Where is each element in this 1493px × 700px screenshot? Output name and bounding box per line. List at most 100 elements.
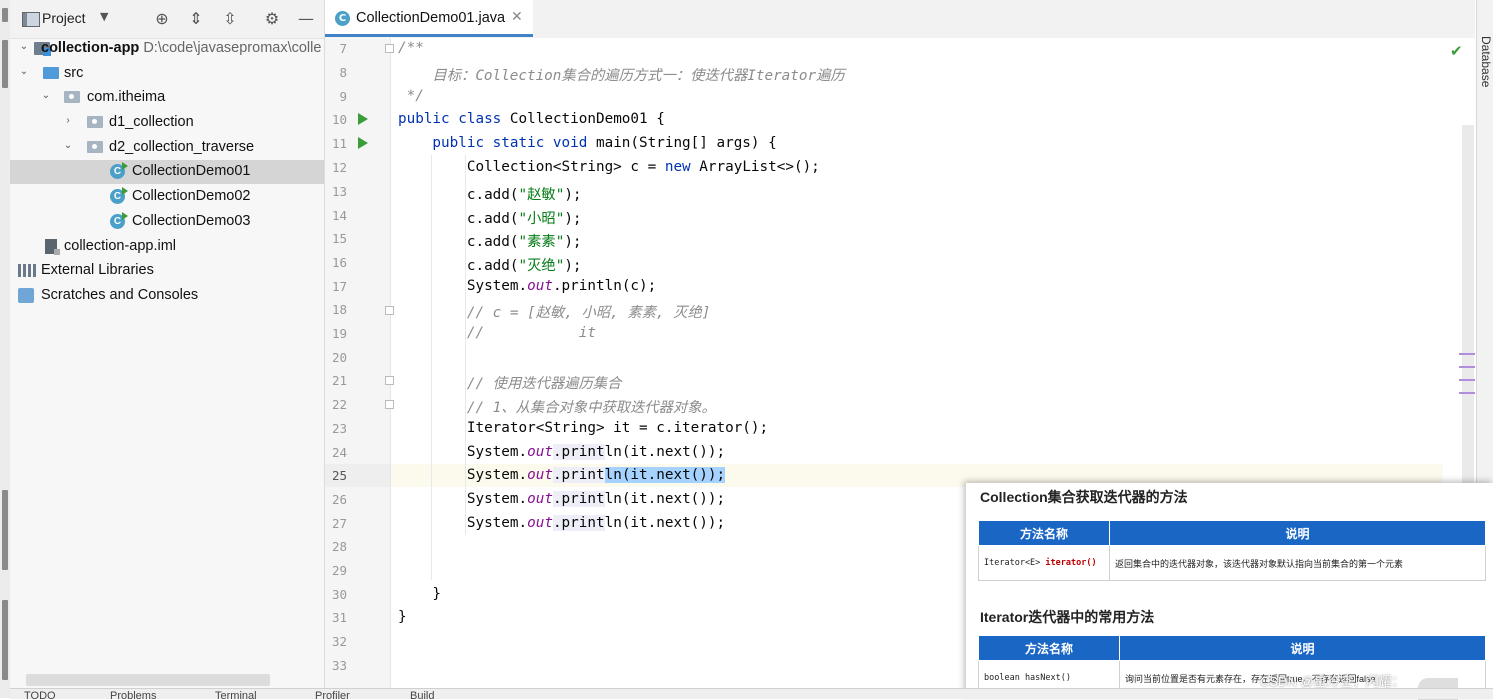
java-class-icon: C: [110, 187, 128, 204]
line-number: 30: [331, 587, 347, 602]
tree-item-d1-collection[interactable]: › d1_collection: [10, 111, 324, 135]
tree-item-iml-file[interactable]: collection-app.iml: [10, 235, 324, 259]
code-text: .print: [552, 444, 605, 460]
line-number: 13: [331, 184, 347, 199]
code-line: c.add("小昭");: [398, 207, 582, 228]
line-number: 10: [331, 112, 347, 127]
tree-item-collectiondemo02[interactable]: C CollectionDemo02: [10, 185, 324, 209]
chevron-down-icon[interactable]: ⌄: [18, 41, 30, 52]
check-icon[interactable]: ✔: [1450, 42, 1463, 60]
project-panel: Project ▼ ⊕ ⇕ ⇳ ⚙ — ⌄ collection-app D:\…: [10, 0, 325, 698]
error-stripe-marker[interactable]: [1459, 392, 1475, 394]
database-tool-tab[interactable]: Database: [1479, 36, 1493, 87]
tool-window-tab[interactable]: [2, 600, 8, 680]
code-line: public static void main(String[] args) {: [398, 135, 776, 151]
code-keyword: new: [664, 159, 691, 175]
fold-marker-icon[interactable]: [385, 306, 394, 315]
line-number: 31: [331, 610, 347, 625]
close-icon[interactable]: ✕: [511, 9, 523, 25]
line-number: 19: [331, 326, 347, 341]
error-stripe-marker[interactable]: [1459, 379, 1475, 381]
locate-icon[interactable]: ⊕: [152, 9, 172, 29]
tree-item-collectiondemo01[interactable]: C CollectionDemo01: [10, 160, 324, 184]
code-line: }: [398, 586, 442, 602]
tool-window-tab[interactable]: [2, 40, 8, 88]
tree-item-label: Scratches and Consoles: [41, 287, 199, 303]
code-line: public class CollectionDemo01 {: [398, 111, 665, 127]
code-text: System.: [398, 515, 528, 531]
code-text: CollectionDemo01 {: [501, 111, 665, 127]
run-class-icon[interactable]: [358, 113, 368, 125]
fold-marker-icon[interactable]: [385, 400, 394, 409]
slide-overlay: Collection集合获取迭代器的方法 方法名称 说明 Iterator<E>…: [966, 483, 1493, 700]
code-line: /**: [398, 40, 424, 56]
line-number: 7: [339, 41, 347, 56]
run-main-icon[interactable]: [358, 137, 368, 149]
iterator-method-table: 方法名称 说明 Iterator<E> iterator() 返回集合中的迭代器…: [978, 520, 1486, 581]
tree-item-label: d1_collection: [109, 114, 194, 130]
line-number-current: 25: [331, 468, 347, 483]
line-number: 22: [331, 397, 347, 412]
line-number: 8: [339, 65, 347, 80]
code-line: 目标：Collection集合的遍历方式一：使迭代器Iterator遍历: [398, 68, 845, 84]
code-line: // c = [赵敏, 小昭, 素素, 灭绝]: [398, 305, 711, 321]
error-stripe-marker[interactable]: [1459, 353, 1475, 355]
package-icon: [64, 91, 80, 103]
code-line: */: [398, 88, 424, 104]
code-text: ln(it.next());: [604, 491, 726, 507]
chevron-down-icon[interactable]: ⌄: [62, 140, 74, 151]
table-header: 说明: [1109, 520, 1486, 546]
line-number: 33: [331, 658, 347, 673]
expand-all-icon[interactable]: ⇕: [186, 9, 206, 29]
code-field: out: [527, 444, 553, 460]
vertical-scrollbar[interactable]: [1462, 125, 1474, 485]
project-view-icon: [22, 12, 40, 27]
java-class-icon: C: [335, 11, 350, 26]
tree-item-src[interactable]: ⌄ src: [10, 62, 324, 86]
tool-window-tab[interactable]: [2, 8, 8, 22]
module-path: D:\code\javasepromax\colle: [143, 40, 322, 56]
code-line: Iterator<String> it = c.iterator();: [398, 420, 769, 436]
code-line: System.out.println(it.next());: [398, 444, 725, 460]
code-text: );: [564, 211, 582, 227]
tree-item-label: src: [64, 65, 84, 81]
gear-icon[interactable]: ⚙: [262, 9, 282, 29]
table-row: Iterator<E> iterator() 返回集合中的迭代器对象，该迭代器对…: [978, 545, 1486, 581]
code-field: out: [527, 467, 553, 483]
selected-text[interactable]: ln(it.next());: [604, 467, 726, 483]
chevron-right-icon[interactable]: ›: [62, 115, 74, 126]
code-text: ln(it.next());: [604, 515, 726, 531]
code-text: .print: [552, 467, 605, 483]
error-stripe-marker[interactable]: [1459, 366, 1475, 368]
tab-collectiondemo01[interactable]: C CollectionDemo01.java ✕: [325, 0, 533, 37]
code-line: System.out.println(c);: [398, 278, 656, 294]
line-number: 24: [331, 445, 347, 460]
code-text: );: [564, 234, 582, 250]
chevron-down-icon[interactable]: ⌄: [18, 66, 30, 77]
tree-item-external-libraries[interactable]: External Libraries: [10, 259, 324, 283]
tree-item-collectiondemo03[interactable]: C CollectionDemo03: [10, 210, 324, 234]
fold-marker-icon[interactable]: [385, 376, 394, 385]
table-header: 方法名称: [978, 635, 1120, 661]
code-text: System.: [398, 467, 528, 483]
overlay-heading: Collection集合获取迭代器的方法: [980, 489, 1188, 505]
minimize-icon[interactable]: —: [296, 9, 316, 29]
tree-item-com-itheima[interactable]: ⌄ com.itheima: [10, 86, 324, 110]
code-text: System.: [398, 444, 528, 460]
overlay-heading: Iterator迭代器中的常用方法: [980, 609, 1155, 625]
horizontal-scrollbar[interactable]: [26, 674, 270, 686]
chevron-down-icon[interactable]: ⌄: [40, 90, 52, 101]
tree-item-d2-collection-traverse[interactable]: ⌄ d2_collection_traverse: [10, 136, 324, 160]
collapse-all-icon[interactable]: ⇳: [220, 9, 240, 29]
chevron-down-icon[interactable]: ▼: [100, 10, 108, 23]
tool-window-tab[interactable]: [2, 490, 8, 570]
line-number: 11: [331, 136, 347, 151]
tree-item-scratches[interactable]: Scratches and Consoles: [10, 284, 324, 308]
code-line: c.add("灭绝");: [398, 254, 582, 275]
project-view-label[interactable]: Project: [42, 10, 86, 26]
table-cell: 返回集合中的迭代器对象，该迭代器对象默认指向当前集合的第一个元素: [1109, 545, 1486, 581]
tree-item-label: d2_collection_traverse: [109, 139, 255, 155]
line-number: 27: [331, 516, 347, 531]
tree-item-collection-app[interactable]: ⌄ collection-app D:\code\javasepromax\co…: [10, 37, 324, 61]
fold-marker-icon[interactable]: [385, 44, 394, 53]
